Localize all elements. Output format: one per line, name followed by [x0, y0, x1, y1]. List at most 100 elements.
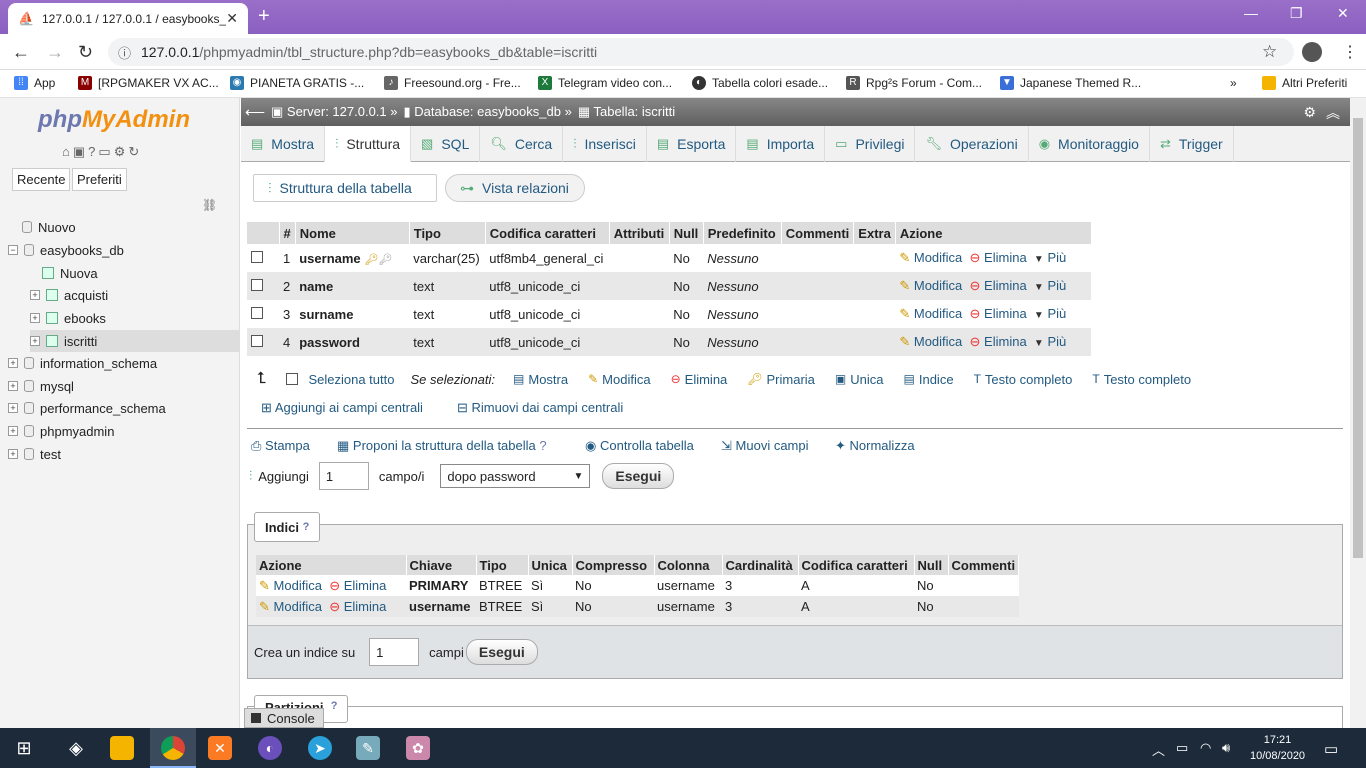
- back-icon[interactable]: ←: [12, 42, 30, 63]
- bookmark-rpg2s[interactable]: R Rpg²s Forum - Com...: [846, 76, 982, 90]
- settings-gear-icon[interactable]: ⚙: [114, 144, 129, 159]
- url-field[interactable]: ⓘ 127.0.0.1/phpmyadmin/tbl_structure.php…: [108, 38, 1294, 66]
- logout-icon[interactable]: ▣: [73, 144, 88, 159]
- unity-icon[interactable]: ◈: [64, 736, 88, 760]
- expand-icon[interactable]: +: [30, 313, 40, 323]
- collapse-nav-icon[interactable]: ⟵: [245, 104, 265, 121]
- bookmark-apps[interactable]: ⁞⁞ App: [14, 76, 55, 90]
- bulk-primary-button[interactable]: 🔑︎ Primaria: [747, 372, 815, 387]
- scrollbar-thumb[interactable]: [1353, 118, 1363, 558]
- profile-avatar[interactable]: [1302, 42, 1322, 62]
- breadcrumb-table[interactable]: ▦ Tabella: iscritti: [578, 104, 675, 120]
- modify-link[interactable]: ✎ Modifica: [899, 250, 962, 265]
- forward-icon[interactable]: →: [46, 42, 64, 63]
- tab-mostra[interactable]: ▤ Mostra: [241, 126, 326, 162]
- col-tipo[interactable]: Tipo: [409, 222, 486, 244]
- tab-privilegi[interactable]: ▭ Privilegi: [825, 126, 916, 162]
- bulk-drop-button[interactable]: ⊖ Elimina: [671, 372, 728, 387]
- bookmark-pianeta[interactable]: ◉ PIANETA GRATIS -...: [230, 76, 364, 90]
- more-dropdown[interactable]: ▼ Più: [1034, 306, 1066, 321]
- check-table-link[interactable]: ◉ Controlla tabella: [585, 438, 694, 454]
- drop-link[interactable]: ⊖ Elimina: [970, 278, 1027, 293]
- close-tab-icon[interactable]: ✕: [226, 10, 238, 27]
- tab-trigger[interactable]: ⇄ Trigger: [1150, 126, 1234, 162]
- link-chain-icon[interactable]: ⛓: [202, 198, 217, 212]
- collapse-icon[interactable]: −: [8, 245, 18, 255]
- settings-gear-icon[interactable]: ⚙: [1303, 104, 1316, 121]
- index-modify-link[interactable]: ✎ Modifica: [259, 599, 322, 614]
- info-icon[interactable]: ⓘ: [118, 43, 131, 62]
- file-explorer-icon[interactable]: [110, 736, 134, 760]
- tree-item-nuova[interactable]: Nuova: [42, 262, 98, 284]
- move-columns-link[interactable]: ⇲ Muovi campi: [721, 438, 809, 454]
- col-predefinito[interactable]: Predefinito: [703, 222, 782, 244]
- field-count-input[interactable]: 1: [318, 462, 369, 490]
- tree-item-performance_schema[interactable]: + performance_schema: [8, 397, 166, 419]
- maximize-icon[interactable]: ❐: [1290, 5, 1303, 22]
- telegram-icon[interactable]: ➤: [308, 736, 332, 760]
- tree-item-ebooks[interactable]: + ebooks: [30, 307, 106, 329]
- tree-item-information_schema[interactable]: + information_schema: [8, 352, 157, 374]
- subtab-struttura-tabella[interactable]: ⫶ Struttura della tabella: [253, 174, 437, 202]
- index-drop-link[interactable]: ⊖ Elimina: [329, 578, 386, 593]
- tab-importa[interactable]: ▤ Importa: [736, 126, 826, 162]
- modify-link[interactable]: ✎ Modifica: [899, 306, 962, 321]
- col-nome[interactable]: Nome: [295, 222, 410, 244]
- tab-inserisci[interactable]: ⫶ Inserisci: [563, 126, 647, 162]
- phpmyadmin-logo[interactable]: phpMyAdmin: [38, 106, 190, 134]
- col-extra[interactable]: Extra: [853, 222, 896, 244]
- help-icon[interactable]: ?: [303, 521, 310, 533]
- expand-icon[interactable]: +: [30, 336, 40, 346]
- expand-icon[interactable]: +: [8, 449, 18, 459]
- col-commenti[interactable]: Commenti: [781, 222, 855, 244]
- add-central-columns-link[interactable]: ⊞ Aggiungi ai campi centrali: [261, 400, 423, 416]
- minimize-icon[interactable]: —: [1244, 5, 1258, 21]
- help-icon[interactable]: ?: [88, 144, 98, 159]
- paint-icon[interactable]: ✿: [406, 736, 430, 760]
- more-dropdown[interactable]: ▼ Più: [1034, 334, 1066, 349]
- index-drop-link[interactable]: ⊖ Elimina: [329, 599, 386, 614]
- drop-link[interactable]: ⊖ Elimina: [970, 334, 1027, 349]
- breadcrumb-server[interactable]: ▣ Server: 127.0.0.1 »: [271, 104, 397, 120]
- print-link[interactable]: ⎙ Stampa: [251, 438, 310, 454]
- notepad-icon[interactable]: ✎: [356, 736, 380, 760]
- bookmark-japanese[interactable]: ▼ Japanese Themed R...: [1000, 76, 1141, 90]
- more-dropdown[interactable]: ▼ Più: [1034, 278, 1066, 293]
- tree-item-iscritti[interactable]: + iscritti: [30, 330, 240, 352]
- chrome-icon[interactable]: [161, 736, 185, 760]
- col-number[interactable]: #: [279, 222, 296, 244]
- tree-item-nuovo[interactable]: Nuovo: [22, 216, 76, 238]
- expand-icon[interactable]: +: [8, 403, 18, 413]
- vertical-scrollbar[interactable]: [1350, 98, 1366, 728]
- github-desktop-icon[interactable]: ◐: [258, 736, 282, 760]
- bookmark-freesound[interactable]: ♪ Freesound.org - Fre...: [384, 76, 521, 90]
- normalize-link[interactable]: ✦ Normalizza: [835, 438, 915, 454]
- modify-link[interactable]: ✎ Modifica: [899, 278, 962, 293]
- subtab-vista-relazioni[interactable]: ⊶ Vista relazioni: [445, 174, 585, 202]
- bookmark-rpgmaker[interactable]: M [RPGMAKER VX AC...: [78, 76, 219, 90]
- drop-link[interactable]: ⊖ Elimina: [970, 250, 1027, 265]
- expand-icon[interactable]: +: [30, 290, 40, 300]
- battery-icon[interactable]: ▭: [1176, 740, 1188, 756]
- bulk-modify-button[interactable]: ✎ Modifica: [588, 372, 650, 387]
- create-index-go-button[interactable]: Esegui: [465, 639, 538, 665]
- notifications-icon[interactable]: ▭: [1324, 740, 1338, 758]
- remove-central-columns-link[interactable]: ⊟ Rimuovi dai campi centrali: [457, 400, 623, 416]
- refresh-icon[interactable]: ↻: [128, 144, 142, 159]
- col-codifica[interactable]: Codifica caratteri: [485, 222, 610, 244]
- tab-operazioni[interactable]: 🔧︎ Operazioni: [915, 126, 1029, 162]
- tab-cerca[interactable]: 🔍︎ Cerca: [480, 126, 564, 162]
- expand-icon[interactable]: +: [8, 426, 18, 436]
- wifi-icon[interactable]: ◠: [1200, 740, 1211, 756]
- help-icon[interactable]: ?: [539, 438, 546, 453]
- bookmarks-more[interactable]: »: [1230, 76, 1237, 90]
- field-position-select[interactable]: dopo password ▼: [440, 464, 591, 488]
- row-checkbox[interactable]: [251, 278, 263, 291]
- bookmark-star-icon[interactable]: ☆: [1262, 42, 1277, 62]
- tree-item-mysql[interactable]: + mysql: [8, 375, 74, 397]
- modify-link[interactable]: ✎ Modifica: [899, 334, 962, 349]
- index-columns-input[interactable]: 1: [369, 638, 420, 666]
- tab-monitoraggio[interactable]: ◉ Monitoraggio: [1029, 126, 1150, 162]
- col-attributi[interactable]: Attributi: [609, 222, 670, 244]
- close-window-icon[interactable]: ✕: [1337, 5, 1349, 22]
